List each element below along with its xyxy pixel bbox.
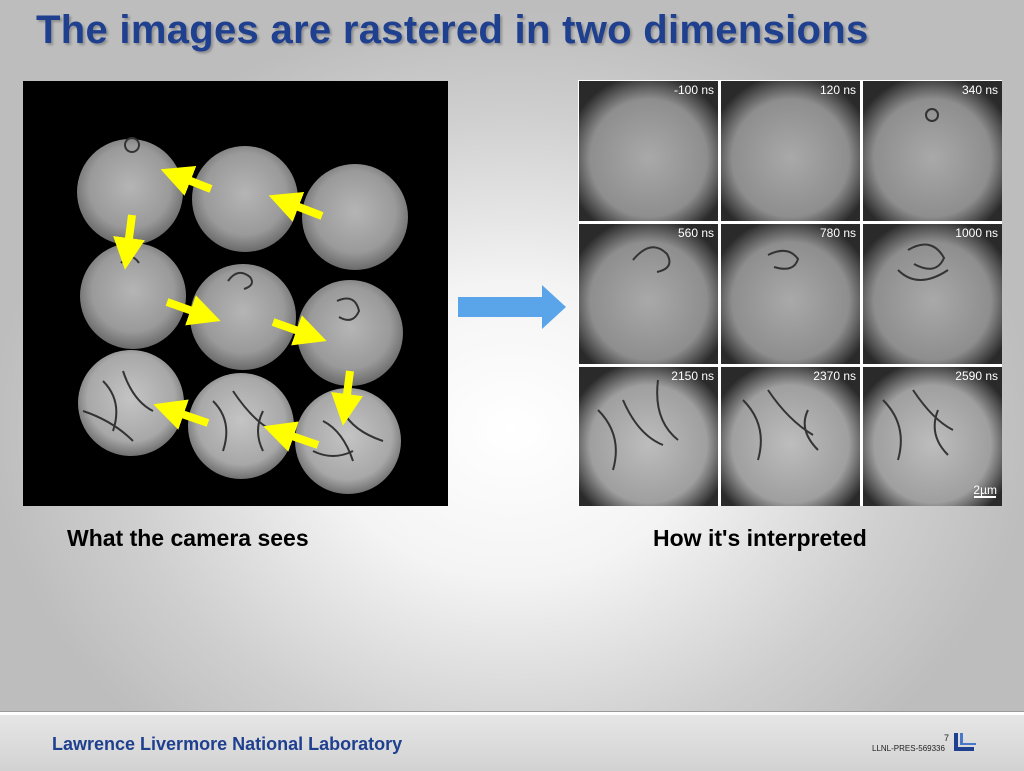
page-number: 7 [944,733,950,743]
frame-time-label: 560 ns [678,226,714,240]
interpreted-image-grid: -100 ns 120 ns 340 ns 560 ns 780 ns 1000 ns 21… [578,80,1002,507]
raw-disks [77,139,408,494]
document-id: LLNL-PRES-569336 [872,744,945,753]
lab-name: Lawrence Livermore National Laboratory [52,734,403,754]
frame-cell [863,224,1002,364]
camera-raw-image [23,81,448,506]
llnl-logo-icon [954,733,976,751]
frame-cell [721,224,860,364]
frame-time-label: 2370 ns [813,369,856,383]
slide-title: The images are rastered in two dimension… [36,8,869,52]
scale-bar-label: 2µm [973,483,997,497]
frame-time-label: 780 ns [820,226,856,240]
frame-time-label: 120 ns [820,83,856,97]
frame-time-label: 340 ns [962,83,998,97]
frame-time-label: 2150 ns [671,369,714,383]
frame-cell [579,81,718,221]
frame-time-label: 1000 ns [955,226,998,240]
frame-cell [721,81,860,221]
frame-time-label: -100 ns [674,83,714,97]
frame-time-label: 2590 ns [955,369,998,383]
left-caption: What the camera sees [67,525,309,551]
right-caption: How it's interpreted [653,525,867,551]
frame-cell [863,81,1002,221]
interpretation-arrow [458,285,566,329]
frame-cell [579,224,718,364]
frame-cell [721,367,860,507]
